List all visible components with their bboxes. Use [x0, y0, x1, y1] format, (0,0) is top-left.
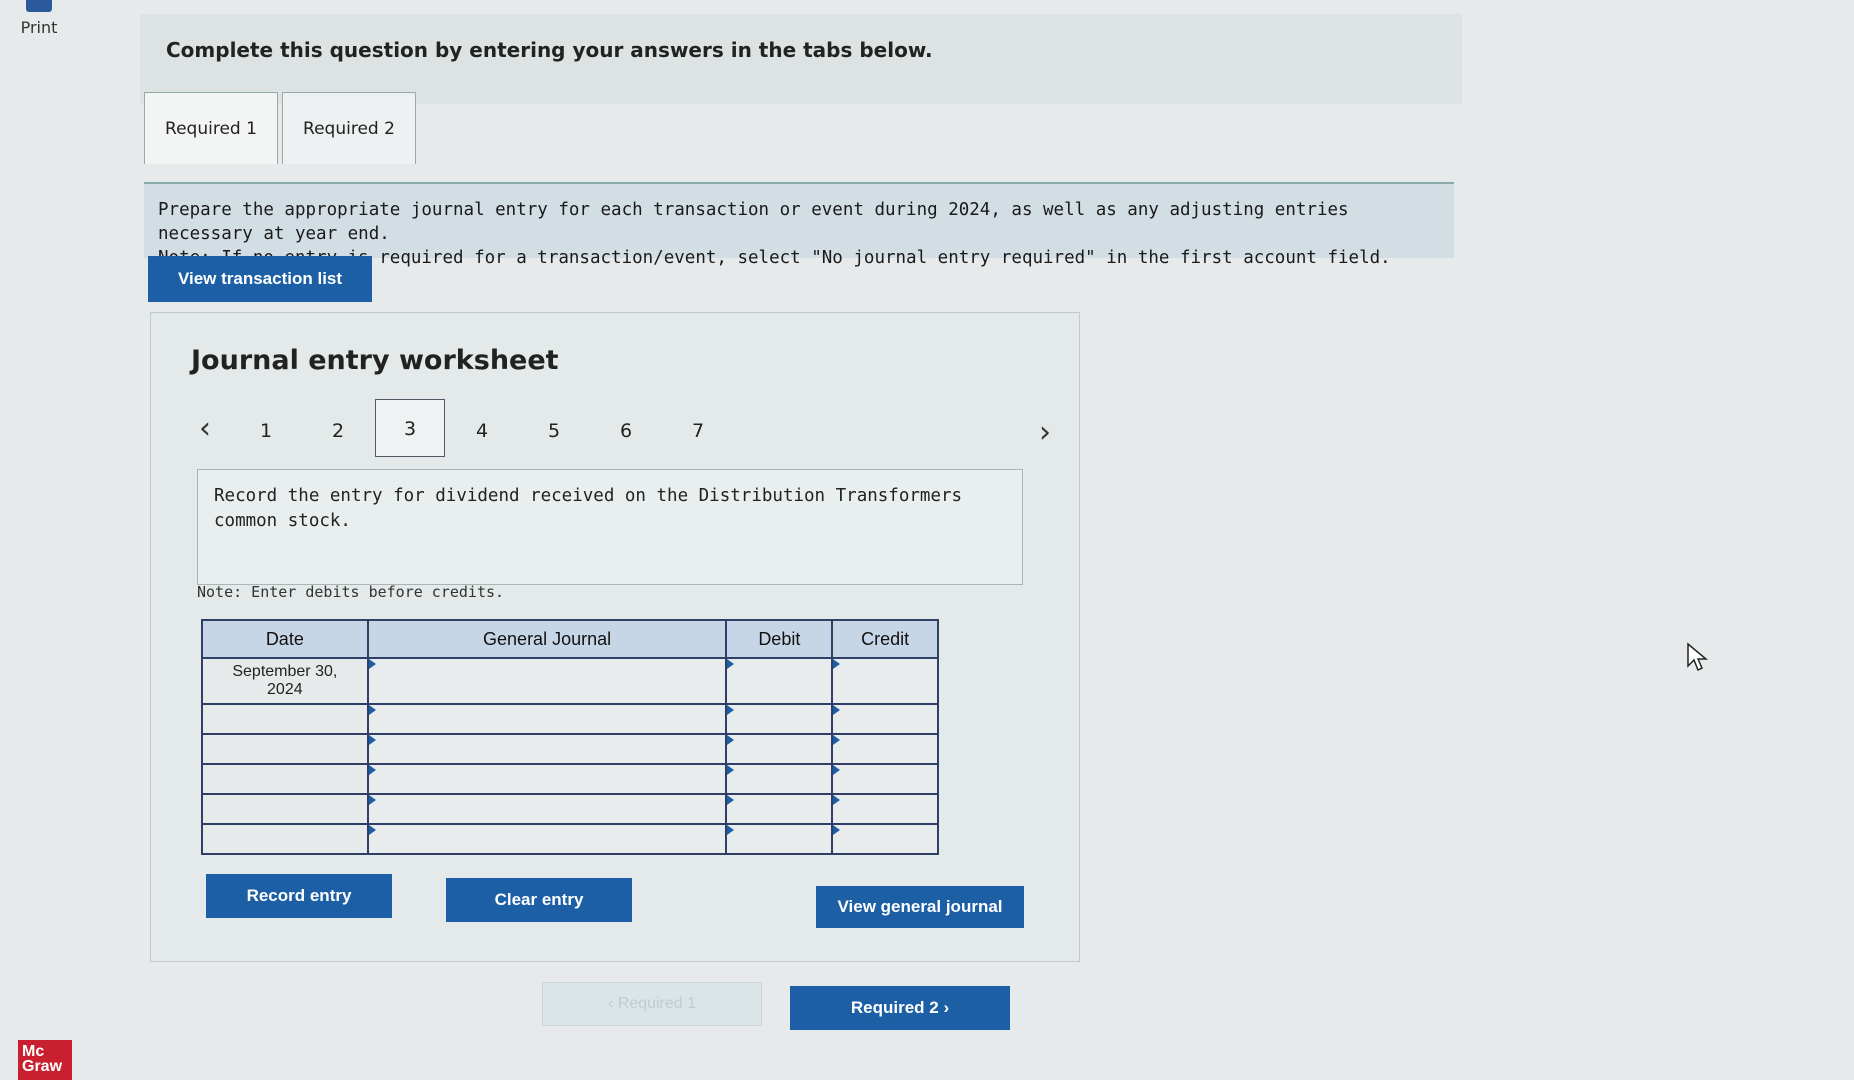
table-row	[201, 733, 939, 765]
chevron-right-icon[interactable]: ›	[1039, 415, 1051, 450]
date-cell	[201, 763, 369, 795]
table-row	[201, 793, 939, 825]
debit-field[interactable]	[725, 703, 834, 735]
account-field[interactable]	[366, 793, 728, 825]
prev-required-button[interactable]: ‹ Required 1	[542, 982, 762, 1026]
date-cell	[201, 703, 369, 735]
tab-required-1[interactable]: Required 1	[144, 92, 278, 164]
mcgraw-logo: Mc Graw	[18, 1040, 72, 1080]
table-row: September 30, 2024	[201, 657, 939, 705]
print-button[interactable]: Print	[14, 0, 64, 37]
date-cell	[201, 733, 369, 765]
page-6[interactable]: 6	[591, 411, 661, 469]
credit-field[interactable]	[831, 657, 939, 705]
date-cell	[201, 823, 369, 855]
logo-line-2: Graw	[22, 1058, 63, 1075]
header-debit: Debit	[725, 619, 834, 659]
question-title: Complete this question by entering your …	[166, 38, 933, 62]
required-tabs: Required 1 Required 2	[144, 92, 416, 164]
debit-field[interactable]	[725, 823, 834, 855]
table-row	[201, 763, 939, 795]
record-entry-button[interactable]: Record entry	[206, 874, 392, 918]
clear-entry-button[interactable]: Clear entry	[446, 878, 632, 922]
debit-field[interactable]	[725, 793, 834, 825]
page-4[interactable]: 4	[447, 411, 517, 469]
page-2[interactable]: 2	[303, 411, 373, 469]
credit-field[interactable]	[831, 733, 939, 765]
instructions-panel: Prepare the appropriate journal entry fo…	[144, 184, 1454, 268]
debit-field[interactable]	[725, 763, 834, 795]
debit-field[interactable]	[725, 657, 834, 705]
date-cell	[201, 793, 369, 825]
debit-field[interactable]	[725, 733, 834, 765]
date-line-2: 2024	[267, 681, 303, 698]
account-field[interactable]	[366, 733, 728, 765]
view-transaction-list-button[interactable]: View transaction list	[148, 256, 372, 302]
logo-line-1: Mc	[22, 1043, 45, 1060]
debits-note: Note: Enter debits before credits.	[197, 583, 505, 601]
entry-prompt: Record the entry for dividend received o…	[197, 469, 1023, 585]
account-field[interactable]	[366, 823, 728, 855]
credit-field[interactable]	[831, 823, 939, 855]
page-5[interactable]: 5	[519, 411, 589, 469]
credit-field[interactable]	[831, 703, 939, 735]
credit-field[interactable]	[831, 763, 939, 795]
page-7[interactable]: 7	[663, 411, 733, 469]
page-3[interactable]: 3	[375, 399, 445, 457]
mouse-cursor-icon	[1687, 642, 1708, 672]
table-row	[201, 703, 939, 735]
header-date: Date	[201, 619, 369, 659]
date-line-1: September 30,	[232, 663, 338, 680]
printer-icon	[26, 0, 52, 12]
credit-field[interactable]	[831, 793, 939, 825]
worksheet-title: Journal entry worksheet	[191, 345, 559, 376]
journal-entry-worksheet: Journal entry worksheet ‹ 1 2 3 4 5 6 7 …	[150, 312, 1080, 962]
view-general-journal-button[interactable]: View general journal	[816, 886, 1024, 928]
header-general-journal: General Journal	[366, 619, 728, 659]
page-1[interactable]: 1	[231, 411, 301, 469]
instructions-text: Prepare the appropriate journal entry fo…	[158, 200, 1349, 244]
date-cell: September 30, 2024	[201, 657, 369, 705]
table-row	[201, 823, 939, 855]
question-header: Complete this question by entering your …	[140, 14, 1462, 104]
print-label: Print	[20, 18, 58, 37]
next-required-button[interactable]: Required 2 ›	[790, 986, 1010, 1030]
account-field[interactable]	[366, 703, 728, 735]
chevron-left-icon[interactable]: ‹	[199, 411, 211, 446]
header-credit: Credit	[831, 619, 939, 659]
tab-required-2[interactable]: Required 2	[282, 92, 416, 164]
entry-pager: ‹ 1 2 3 4 5 6 7 ›	[191, 399, 1051, 461]
journal-table: Date General Journal Debit Credit Septem…	[201, 619, 939, 855]
account-field[interactable]	[366, 763, 728, 795]
account-field[interactable]	[366, 657, 728, 705]
